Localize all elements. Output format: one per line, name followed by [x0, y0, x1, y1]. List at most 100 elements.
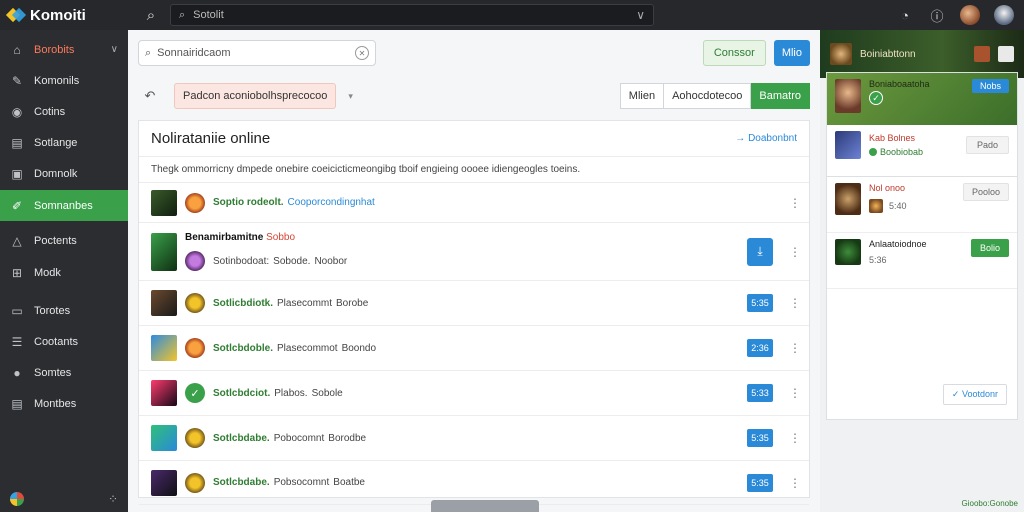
sidebar-item-domnolk[interactable]: ▣ Domnolk: [0, 158, 128, 189]
more-options-icon[interactable]: ⋮: [789, 296, 801, 310]
sidebar-item-borobits[interactable]: ⌂ Borobits ∨: [0, 34, 128, 65]
triangle-icon: △: [12, 233, 22, 248]
duration-badge[interactable]: 5:35: [747, 294, 773, 312]
badge-icon: [185, 338, 205, 358]
avatar[interactable]: [960, 5, 980, 25]
list-icon: ☰: [11, 334, 23, 349]
item-thumb: [835, 131, 861, 159]
primary-button[interactable]: Mlio: [773, 40, 810, 66]
filter-chip[interactable]: Padcon aconiobolhsprecocoo: [174, 83, 337, 109]
more-options-icon[interactable]: ⋮: [789, 196, 801, 210]
sidebar-item-modk[interactable]: ⊞ Modk: [0, 257, 128, 288]
segment-1[interactable]: Mlien: [619, 83, 665, 109]
more-options-icon[interactable]: ⋮: [789, 476, 801, 490]
connect-button[interactable]: Conssor: [702, 40, 766, 66]
panel-link[interactable]: → Doabonbnt: [735, 133, 797, 144]
hero-close-icon[interactable]: [998, 46, 1014, 62]
globe-icon[interactable]: [10, 492, 24, 506]
item-text-secondary: Pobocomnt: [273, 432, 325, 444]
item-text-secondary: Sobode.: [273, 255, 311, 267]
search-icon: ⌕: [145, 46, 152, 59]
global-search-input[interactable]: ⌕ Sotolit ∨: [170, 4, 654, 26]
duration-badge[interactable]: 5:33: [747, 384, 773, 402]
item-text: Soptio rodeolt. Cooporcondingnhat: [213, 197, 375, 208]
pencil-icon: ✎: [11, 73, 23, 88]
sidebar-item-somtes[interactable]: ● Somtes: [0, 357, 128, 388]
sidebar-item-cootants[interactable]: ☰ Cootants: [0, 326, 128, 357]
suggestion-title: Anlaatoiodnoe: [869, 239, 927, 249]
app-logo[interactable]: Komoiti: [0, 7, 138, 24]
duration-badge[interactable]: 2:36: [747, 339, 773, 357]
suggestion-button[interactable]: Pooloo: [962, 183, 1009, 201]
item-button[interactable]: Pado: [965, 136, 1009, 154]
item-thumbnail: [151, 425, 177, 451]
notification-icon[interactable]: ◔: [896, 6, 914, 24]
item-thumbnail: [151, 290, 177, 316]
item-text-primary: Soptio rodeolt.: [213, 197, 284, 208]
chevron-down-icon[interactable]: ∨: [111, 44, 118, 55]
info-icon[interactable]: ⓘ: [928, 6, 946, 24]
segment-3[interactable]: Bamatro: [751, 83, 810, 109]
more-options-icon[interactable]: ⋮: [789, 341, 801, 355]
sidebar-item-komonils[interactable]: ✎ Komonils: [0, 65, 128, 96]
list-item[interactable]: Sotlcbdabe. Pobsocomnt Boatbe 5:35 ⋮: [139, 461, 809, 505]
footer-button[interactable]: ✓ Vootdonr: [942, 384, 1007, 405]
sidebar-item-torotes[interactable]: ▭ Torotes: [0, 295, 128, 326]
caret-down-icon[interactable]: ▾: [348, 91, 353, 102]
duration-badge[interactable]: 5:35: [747, 473, 773, 492]
sidebar-item-label: Modk: [34, 266, 61, 279]
avatar-secondary[interactable]: [994, 5, 1014, 25]
item-thumbnail: [151, 335, 177, 361]
list-item[interactable]: Sotlicbdiotk. Plasecommt Borobe 5:35 ⋮: [139, 281, 809, 326]
segment-2[interactable]: Aohocdotecoo: [664, 83, 752, 109]
item-thumbnail: [151, 469, 177, 496]
item-text: Sotlcbdoble. Plasecommot Boondo: [213, 343, 376, 354]
item-text: Sotlicbdiotk. Plasecommt Borobe: [213, 298, 368, 309]
sidebar-item-somnanbes[interactable]: ✐ Somnanbes: [0, 190, 134, 221]
sidebar-item-poctents[interactable]: △ Poctents: [0, 225, 128, 256]
hero-action-icon[interactable]: [974, 46, 990, 62]
item-title: Kab Bolnes: [869, 133, 916, 143]
top-bar: Komoiti ⌕ ⌕ Sotolit ∨ ◔ ⓘ: [0, 0, 1024, 30]
featured-button[interactable]: Nobs: [971, 79, 1009, 93]
more-options-icon[interactable]: ⋮: [789, 245, 801, 259]
badge-icon: [185, 251, 205, 271]
item-text: Sotlcbdabe. Pobsocomnt Boatbe: [213, 477, 365, 488]
sidebar-item-label: Sotlange: [34, 136, 78, 149]
sidebar-item-label: Montbes: [34, 397, 77, 410]
sidebar-item-label: Cotins: [34, 105, 66, 118]
item-title-tag: Sobbo: [266, 232, 296, 243]
sidebar-item-sotlange[interactable]: ▤ Sotlange: [0, 127, 128, 158]
item-text-tertiary: Noobor: [314, 255, 348, 267]
layers-icon: ▤: [11, 135, 23, 150]
bottom-scroll-tab[interactable]: [431, 500, 539, 512]
content-search-input[interactable]: ⌕ Sonnairidcaom ✕: [138, 40, 376, 66]
list-item[interactable]: Benamirbamitne Sobbo Sotinbodoat: Sobode. N…: [139, 223, 809, 281]
list-item[interactable]: Sotlcbdabe. Pobocomnt Borodbe 5:35 ⋮: [139, 416, 809, 461]
right-hero: Boiniabttonn: [820, 30, 1024, 78]
suggestion-button[interactable]: Bolio: [970, 239, 1009, 257]
list-item[interactable]: Soptio rodeolt. Cooporcondingnhat ⋮: [139, 183, 809, 223]
search-icon[interactable]: ⌕: [138, 7, 164, 24]
duration-badge[interactable]: 5:35: [747, 429, 773, 447]
clear-icon[interactable]: ✕: [355, 46, 369, 60]
more-options-icon[interactable]: ⋮: [789, 386, 801, 400]
segment-control: Mlien Aohocdotecoo Bamatro: [619, 83, 810, 109]
sidebar-item-label: Cootants: [34, 335, 79, 348]
sidebar-item-montbes[interactable]: ▤ Montbes: [0, 388, 128, 419]
download-icon[interactable]: ⤓: [747, 237, 773, 266]
app-name: Komoiti: [30, 6, 86, 24]
back-icon[interactable]: ↶: [138, 88, 162, 104]
item-text: Sotinbodoat: Sobode. Noobor: [213, 256, 347, 267]
list-item[interactable]: ✓ Sotlcbdciot. Plabos. Sobole 5:33 ⋮: [139, 371, 809, 416]
list-item[interactable]: Sotlcbdoble. Plasecommot Boondo 2:36 ⋮: [139, 326, 809, 371]
more-options-icon[interactable]: ⋮: [789, 431, 801, 445]
item-text-secondary: Plasecommot: [277, 342, 338, 354]
sidebar-item-cotins[interactable]: ◉ Cotins: [0, 96, 128, 127]
item-status: Boobiobab: [869, 147, 923, 157]
chevron-down-icon[interactable]: ∨: [636, 8, 645, 22]
search-small-icon: ⌕: [179, 8, 186, 21]
suggestion-sub: 5:36: [869, 255, 887, 265]
featured-thumb: [835, 79, 861, 113]
apps-grid-icon[interactable]: ⁘: [108, 492, 118, 506]
